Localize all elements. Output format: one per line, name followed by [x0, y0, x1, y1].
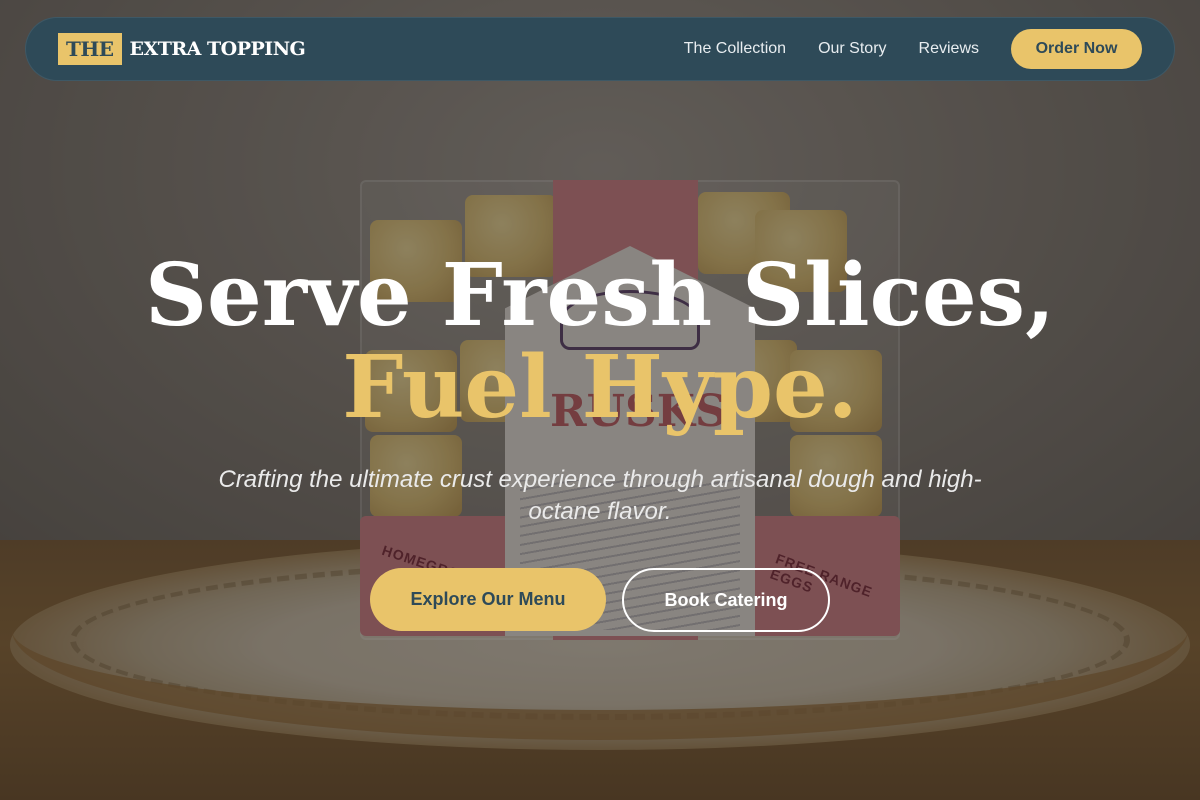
hero-cta-row: Explore Our Menu Book Catering	[370, 568, 830, 632]
nav-links: The Collection Our Story Reviews Order N…	[684, 29, 1142, 69]
hero-title-line1: Serve Fresh Slices,	[144, 245, 1056, 346]
logo-text: EXTRA TOPPING	[129, 38, 306, 60]
nav-link-reviews[interactable]: Reviews	[919, 40, 979, 58]
top-navbar: THE EXTRA TOPPING The Collection Our Sto…	[25, 17, 1175, 81]
logo-box: THE	[58, 33, 122, 65]
explore-menu-button[interactable]: Explore Our Menu	[370, 568, 606, 631]
nav-link-collection[interactable]: The Collection	[684, 40, 786, 58]
hero-subtitle: Crafting the ultimate crust experience t…	[218, 466, 982, 525]
brand-logo[interactable]: THE EXTRA TOPPING	[58, 33, 306, 65]
hero-title-line2: Fuel Hype.	[342, 337, 858, 438]
book-catering-button[interactable]: Book Catering	[622, 568, 830, 632]
order-now-button[interactable]: Order Now	[1011, 29, 1142, 69]
nav-link-our-story[interactable]: Our Story	[818, 40, 886, 58]
hero-title: Serve Fresh Slices, Fuel Hype.	[0, 250, 1200, 434]
